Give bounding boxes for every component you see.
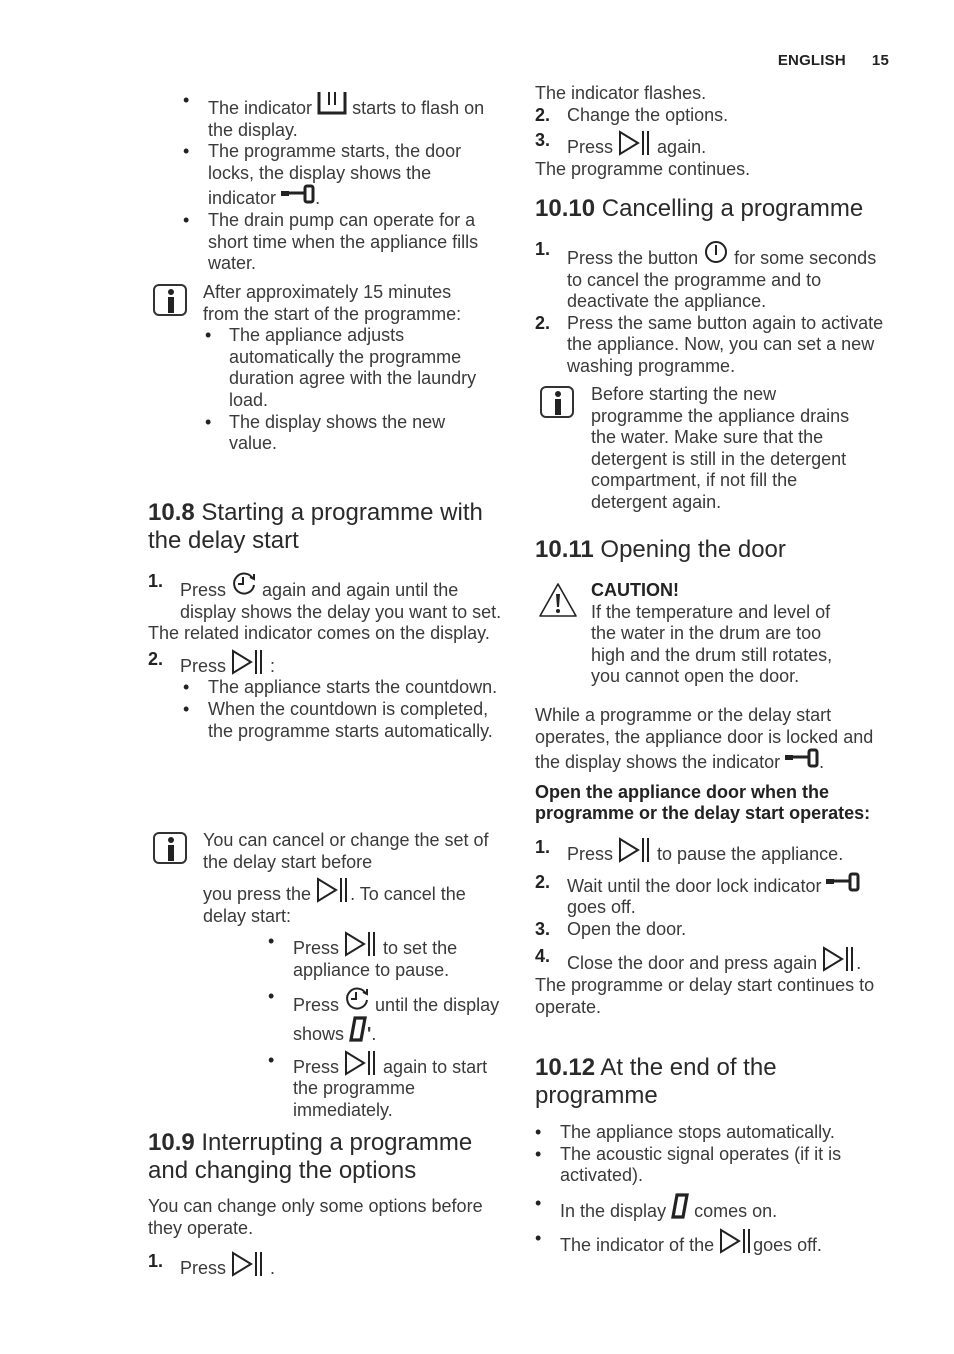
info-note: After approximately 15 minutes from the … [203, 282, 483, 455]
list-item: The indicator of the goes off. [500, 1228, 895, 1257]
step: 2. Wait until the door lock indicator goe… [535, 872, 895, 919]
section-10-9-continued: The indicator flashes. 2. Change the opti… [535, 83, 895, 180]
list-item: When the countdown is completed, the pro… [148, 699, 508, 742]
step: 3. Press again. [535, 130, 707, 158]
section-heading: 10.10 Cancelling a programme [535, 195, 864, 222]
digit-zero-icon [349, 1016, 367, 1042]
section-10-10: 10.10 Cancelling a programme 1. Press the… [535, 195, 895, 378]
section-10-12: 10.12 At the end of the programme The ap… [535, 1054, 895, 1257]
info-note-delay: You can cancel or change the set of the … [203, 830, 503, 1122]
step: 1. Press to pause the appliance. [535, 836, 844, 864]
page-header: ENGLISH 15 [778, 50, 889, 72]
list-item: Press to set the appliance to pause. [233, 931, 503, 981]
door-lock-icon [826, 872, 860, 892]
start-pause-icon [618, 130, 652, 156]
list-item: The drain pump can operate for a short t… [148, 210, 503, 275]
step: 3. Open the door. [535, 918, 687, 939]
section-heading: 10.9 Interrupting a programme and changi… [148, 1129, 473, 1184]
step: 2. Change the options. [535, 104, 729, 125]
on-off-icon [703, 239, 729, 265]
step: 2. Press : [148, 648, 276, 676]
door-lock-icon [281, 184, 315, 204]
section-heading: 10.12 At the end of the programme [535, 1054, 777, 1109]
page-number: 15 [871, 52, 889, 69]
list-item: The appliance stops automatically. [500, 1122, 895, 1144]
list-item: The indicator starts to flash on the dis… [148, 90, 503, 141]
section-10-9: 10.9 Interrupting a programme and changi… [148, 1129, 508, 1280]
info-icon [153, 284, 187, 316]
start-pause-icon [719, 1228, 753, 1254]
section-10-11: 10.11 Opening the door [535, 536, 895, 564]
section-heading: 10.11 Opening the door [535, 536, 786, 563]
start-pause-icon [231, 1251, 265, 1277]
list-item: The acoustic signal operates (if it is a… [500, 1144, 895, 1187]
warning-icon [538, 582, 578, 618]
list-item: The programme starts, the door locks, th… [148, 141, 503, 210]
door-lock-paragraph: While a programme or the delay start ope… [535, 705, 895, 1018]
start-pause-icon [822, 946, 856, 972]
list-item: In the display comes on. [500, 1193, 895, 1223]
start-pause-icon [316, 877, 350, 903]
step: 4. Close the door and press again . [535, 946, 862, 974]
step: 1. Press . [148, 1251, 276, 1279]
wash-indicator-icon [317, 90, 347, 116]
delay-start-icon [344, 986, 370, 1012]
info-icon [540, 386, 574, 418]
info-icon [153, 832, 187, 864]
info-note-drain: Before starting the new programme the ap… [591, 384, 850, 512]
section-heading: 10.8 Starting a programme with the delay… [148, 499, 483, 554]
step: 1. Press the button for some seconds to c… [535, 239, 877, 312]
step: 2. Press the same button again to activat… [535, 312, 884, 376]
list-item: The appliance adjusts automatically the … [203, 325, 483, 411]
start-pause-icon [344, 1050, 378, 1076]
delay-start-icon [231, 571, 257, 597]
digit-zero-icon [671, 1193, 689, 1219]
list-item: The appliance starts the countdown. [148, 677, 508, 699]
caution-note: CAUTION! If the temperature and level of… [591, 580, 833, 687]
language-label: ENGLISH [777, 52, 846, 69]
step: 1. Press again and again until the displa… [148, 571, 502, 622]
door-lock-icon [785, 748, 819, 768]
start-pause-icon [344, 931, 378, 957]
list-item: Press again to start the programme immed… [233, 1049, 503, 1122]
start-pause-icon [618, 837, 652, 863]
list-item: The display shows the new value. [203, 412, 483, 455]
start-pause-icon [231, 649, 265, 675]
list-item: Press until the display shows '. [233, 986, 503, 1046]
section-10-8: 10.8 Starting a programme with the delay… [148, 499, 508, 742]
intro-bullets: The indicator starts to flash on the dis… [148, 90, 503, 275]
